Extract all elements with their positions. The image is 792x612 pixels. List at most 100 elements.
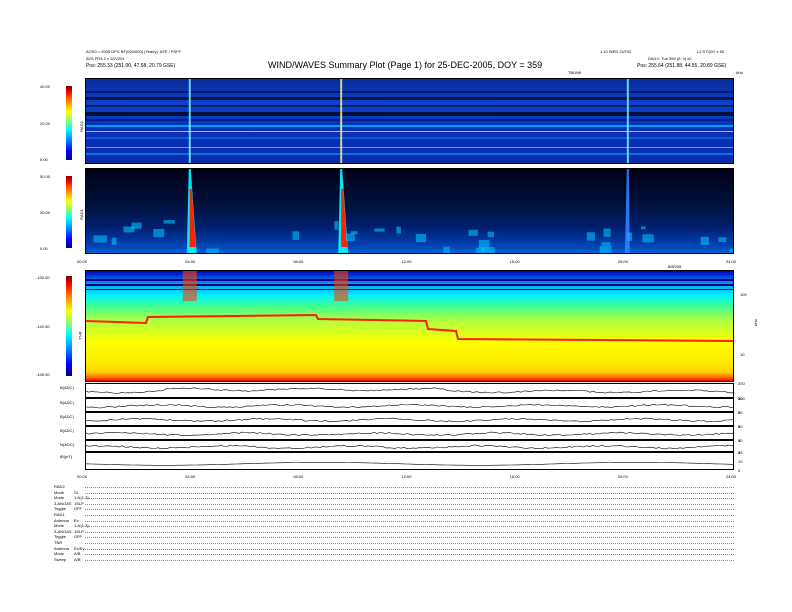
- time-top-tick-6: 24:00: [726, 259, 736, 264]
- rad1-spectrogram: [85, 168, 734, 254]
- footer-key-9: Toggle: [54, 534, 66, 539]
- rad1-patch-23: [587, 232, 595, 240]
- rad2-band-7: [86, 137, 734, 139]
- rad1-patch-21: [292, 231, 299, 240]
- rad2-band-0: [86, 91, 734, 93]
- line-panel-right-tick-2-0: 50: [738, 410, 742, 415]
- header-left-line2: AVS FR3-2 x 1DV201: [86, 56, 125, 61]
- footer-rule-12: [85, 554, 734, 555]
- line-panel-label-0: B(ADC): [60, 385, 74, 390]
- line-panel-right-tick-0-0: 200: [738, 381, 745, 386]
- footer-value-13: A/B: [74, 557, 80, 562]
- rad1-patch-12: [164, 220, 175, 224]
- rad2-burst-1: [340, 79, 342, 164]
- header-right-line2: DAILY: Tue 359 (0, 0) x0: [648, 56, 692, 61]
- footer-key-4: Toggle: [54, 506, 66, 511]
- footer-key-3: 3-ANOAS: [54, 501, 72, 506]
- footer-key-12: Mode: [54, 551, 64, 556]
- footer-rule-2: [85, 498, 734, 499]
- rad1-patch-29: [374, 228, 384, 231]
- rad2-tick-bottom: 0.00: [40, 157, 48, 162]
- footer-value-8: 1SLP: [74, 529, 84, 534]
- rad1-patch-5: [601, 242, 610, 245]
- rad1-patch-27: [334, 221, 338, 230]
- tnr-features: [86, 271, 734, 382]
- footer-rule-5: [85, 515, 734, 516]
- rad1-patch-14: [94, 235, 107, 242]
- rad1-colorbar: [66, 176, 72, 248]
- time-bottom-tick-1: 04:00: [185, 474, 195, 479]
- footer-rule-8: [85, 532, 734, 533]
- rad1-patch-22: [206, 249, 219, 254]
- rad1-burst-2: [625, 169, 630, 254]
- rad2-units-right: kHz: [736, 70, 743, 75]
- footer-rule-9: [85, 537, 734, 538]
- rad1-patch-3: [641, 226, 646, 229]
- rad2-tick-mid: 20.00: [40, 121, 50, 126]
- time-bottom-tick-5: 20:00: [618, 474, 628, 479]
- header-right-line1: L2 S7Q0Y x 60: [697, 49, 724, 54]
- time-top-tick-0: 00:00: [77, 259, 87, 264]
- footer-key-10: TNR: [54, 540, 62, 545]
- rad1-patch-6: [642, 234, 653, 242]
- tnr-right-tick-10: 10: [740, 352, 744, 357]
- header-left-line3: Pos: 255.33 (251.00, 47.58, 20.79 GSE): [86, 63, 175, 69]
- line-panel-4: [85, 440, 734, 452]
- rad1-patch-17: [396, 227, 401, 234]
- rad1-patch-9: [153, 229, 164, 237]
- time-axis-label: 8/8/255: [668, 264, 681, 269]
- tnr-burst-0: [183, 271, 197, 301]
- line-panel-label-4: N(ADC): [60, 442, 74, 447]
- time-top-tick-4: 16:00: [510, 259, 520, 264]
- footer-rule-6: [85, 521, 734, 522]
- time-top-tick-1: 04:00: [185, 259, 195, 264]
- line-panel-right-tick-5-0: 15: [738, 450, 742, 455]
- line-panel-right-tick-1-0: 50: [738, 396, 742, 401]
- rad1-patch-0: [600, 246, 612, 253]
- line-panel-right-tick-5-1: 10: [738, 459, 742, 464]
- rad2-band-1: [86, 97, 734, 100]
- line-panel-0: [85, 383, 734, 398]
- tnr-spectrogram: [85, 270, 734, 382]
- tnr-burst-1: [334, 271, 348, 301]
- tnr-label: TNR: [78, 331, 83, 339]
- rad1-patch-19: [627, 233, 632, 241]
- rad2-units: TBUNK: [568, 70, 582, 75]
- time-top-tick-3: 12:00: [402, 259, 412, 264]
- footer-value-11: Ex/Ey: [74, 546, 84, 551]
- tnr-units: kHz: [753, 319, 758, 326]
- footer-rule-11: [85, 549, 734, 550]
- footer-key-1: Mode: [54, 490, 64, 495]
- header-center-small: 1.10 WED 2UT02: [600, 49, 631, 54]
- footer-rule-7: [85, 526, 734, 527]
- footer-rule-4: [85, 509, 734, 510]
- line-panel-label-2: B(ADC): [60, 414, 74, 419]
- rad1-patch-7: [488, 232, 494, 237]
- rad1-tick-top: 50.00: [40, 174, 50, 179]
- line-trace-2: [86, 418, 734, 422]
- rad2-band-6: [86, 131, 734, 132]
- footer-rule-1: [85, 493, 734, 494]
- footer-key-2: Mode: [54, 495, 64, 500]
- header-left-line1: AOS0 = 2005 DPC BF(000/000) (Yearly): AF…: [86, 49, 181, 54]
- rad1-patch-26: [112, 238, 117, 245]
- time-bottom-tick-2: 08:00: [293, 474, 303, 479]
- rad1-tick-bottom: 0.00: [40, 246, 48, 251]
- rad2-band-9: [86, 153, 734, 155]
- tnr-tick-top: -130.00: [36, 275, 50, 280]
- rad1-patch-13: [604, 228, 611, 236]
- time-top-tick-2: 08:00: [293, 259, 303, 264]
- tnr-tick-mid: -142.50: [36, 324, 50, 329]
- time-bottom-tick-0: 00:00: [77, 474, 87, 479]
- tnr-right-tick-100: 100: [740, 292, 747, 297]
- line-trace-4: [86, 445, 734, 449]
- rad2-features: [86, 79, 734, 164]
- footer-rule-10: [85, 543, 734, 544]
- time-bottom-tick-3: 12:00: [402, 474, 412, 479]
- rad1-patch-10: [346, 233, 355, 241]
- tnr-colorbar: [66, 276, 72, 376]
- line-panel-right-tick-4-0: 10: [738, 438, 742, 443]
- line-trace-1: [86, 404, 734, 408]
- footer-value-3: 1SLP: [74, 501, 84, 506]
- footer-rule-3: [85, 504, 734, 505]
